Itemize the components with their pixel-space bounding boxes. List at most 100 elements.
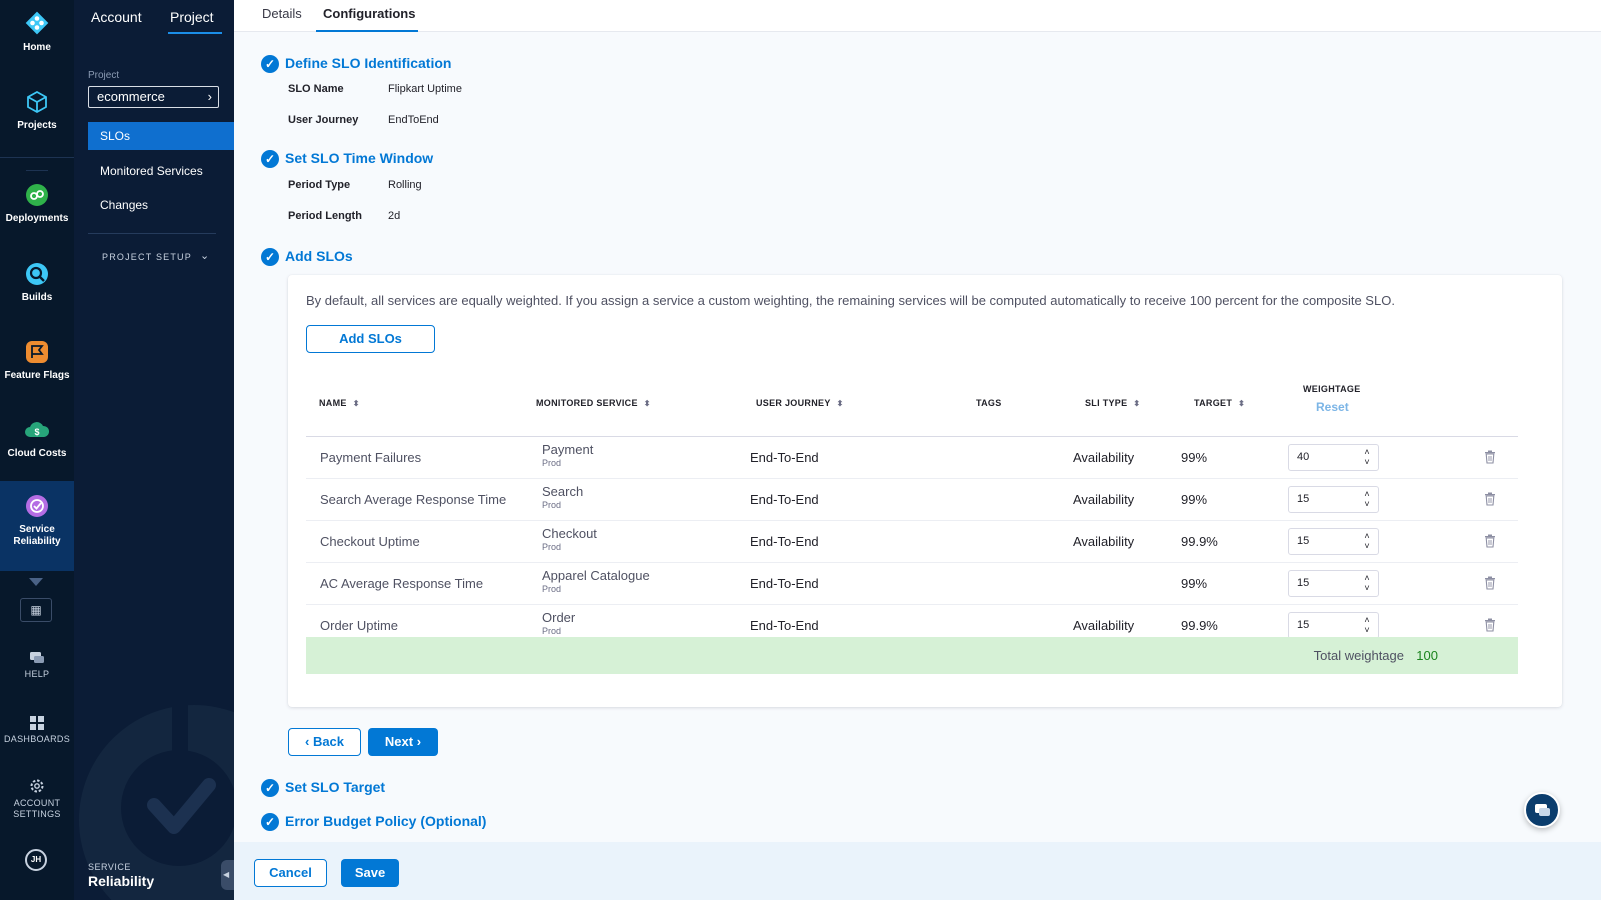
add-slos-button[interactable]: Add SLOs bbox=[306, 325, 435, 353]
environment-cell: Prod bbox=[542, 626, 562, 636]
next-button[interactable]: Next › bbox=[368, 728, 438, 756]
rail-help[interactable]: HELP bbox=[0, 651, 74, 680]
weightage-input[interactable]: 15 ˄ ˅ bbox=[1288, 612, 1379, 639]
weighting-info-text: By default, all services are equally wei… bbox=[306, 293, 1395, 308]
sli-type-cell: Availability bbox=[1073, 450, 1135, 465]
weightage-stepper[interactable]: ˄ ˅ bbox=[1360, 447, 1374, 467]
column-header-sli-type[interactable]: SLI TYPE ⬍ bbox=[1085, 398, 1140, 408]
tab-active-underline bbox=[316, 30, 418, 32]
rail-projects[interactable]: Projects bbox=[0, 90, 74, 131]
sort-icon: ⬍ bbox=[1133, 399, 1141, 408]
delete-trash-icon[interactable] bbox=[1484, 576, 1496, 590]
monitored-service-cell: Checkout bbox=[542, 526, 597, 541]
reset-weightage-link[interactable]: Reset bbox=[1316, 400, 1349, 414]
weightage-input[interactable]: 40 ˄ ˅ bbox=[1288, 444, 1379, 471]
nav-item-monitored-services[interactable]: Monitored Services bbox=[88, 157, 234, 185]
rail-expand-chevron-icon[interactable] bbox=[29, 578, 43, 586]
tab-configurations[interactable]: Configurations bbox=[323, 6, 415, 21]
weightage-input[interactable]: 15 ˄ ˅ bbox=[1288, 570, 1379, 597]
step-title-identification[interactable]: Define SLO Identification bbox=[285, 55, 451, 71]
nav-tab-underline bbox=[168, 32, 222, 34]
column-header-user-journey[interactable]: USER JOURNEY ⬍ bbox=[756, 398, 844, 408]
rail-feature-flags[interactable]: Feature Flags bbox=[0, 340, 74, 381]
slo-name-value: Flipkart Uptime bbox=[388, 83, 462, 95]
stepper-down-icon[interactable]: ˅ bbox=[1360, 625, 1374, 635]
rail-cloud-costs-label: Cloud Costs bbox=[7, 448, 67, 459]
project-setup-toggle[interactable]: PROJECT SETUP bbox=[102, 252, 192, 262]
nav-item-changes[interactable]: Changes bbox=[88, 191, 234, 219]
user-avatar[interactable]: JH bbox=[25, 849, 47, 871]
delete-trash-icon[interactable] bbox=[1484, 534, 1496, 548]
stepper-up-icon[interactable]: ˄ bbox=[1360, 615, 1374, 625]
stepper-up-icon[interactable]: ˄ bbox=[1360, 531, 1374, 541]
sli-type-cell: Availability bbox=[1073, 492, 1135, 507]
rail-service-reliability[interactable]: Service Reliability bbox=[0, 481, 74, 571]
gear-icon bbox=[30, 779, 44, 793]
page-tabs: Details Configurations bbox=[234, 0, 1601, 32]
delete-trash-icon[interactable] bbox=[1484, 492, 1496, 506]
rail-cloud-costs[interactable]: $ Cloud Costs bbox=[0, 418, 74, 459]
chevron-right-icon: › bbox=[413, 734, 422, 749]
stepper-down-icon[interactable]: ˅ bbox=[1360, 457, 1374, 467]
environment-cell: Prod bbox=[542, 584, 562, 594]
weightage-stepper[interactable]: ˄ ˅ bbox=[1360, 489, 1374, 509]
rail-builds[interactable]: Builds bbox=[0, 262, 74, 303]
rail-home[interactable]: Home bbox=[0, 10, 74, 53]
dashboards-icon bbox=[30, 716, 44, 730]
stepper-up-icon[interactable]: ˄ bbox=[1360, 447, 1374, 457]
rail-deployments[interactable]: Deployments bbox=[0, 183, 74, 224]
step-title-add-slos[interactable]: Add SLOs bbox=[285, 248, 353, 264]
nav-tab-project[interactable]: Project bbox=[170, 9, 214, 25]
all-modules-grid-icon[interactable]: ▦ bbox=[20, 598, 52, 622]
save-button[interactable]: Save bbox=[341, 859, 399, 887]
stepper-down-icon[interactable]: ˅ bbox=[1360, 583, 1374, 593]
slo-name-label: SLO Name bbox=[288, 83, 344, 95]
weightage-input[interactable]: 15 ˄ ˅ bbox=[1288, 486, 1379, 513]
column-header-weightage: WEIGHTAGE bbox=[1303, 384, 1361, 394]
column-header-monitored-service-label: MONITORED SERVICE bbox=[536, 398, 638, 408]
weightage-value: 40 bbox=[1297, 451, 1310, 463]
step-title-error-budget[interactable]: Error Budget Policy (Optional) bbox=[285, 813, 486, 829]
delete-trash-icon[interactable] bbox=[1484, 450, 1496, 464]
nav-tab-account[interactable]: Account bbox=[91, 9, 142, 25]
user-journey-cell: End-To-End bbox=[750, 492, 819, 507]
cancel-button[interactable]: Cancel bbox=[254, 859, 327, 887]
step-complete-check-icon: ✓ bbox=[261, 779, 279, 797]
nav-item-slos[interactable]: SLOs bbox=[88, 122, 234, 150]
tab-details[interactable]: Details bbox=[262, 6, 302, 21]
column-header-name[interactable]: NAME ⬍ bbox=[319, 398, 360, 408]
stepper-up-icon[interactable]: ˄ bbox=[1360, 573, 1374, 583]
chevron-down-icon[interactable]: ⌄ bbox=[200, 249, 209, 262]
rail-dashboards[interactable]: DASHBOARDS bbox=[0, 716, 74, 745]
weightage-stepper[interactable]: ˄ ˅ bbox=[1360, 615, 1374, 635]
total-weightage-bar: Total weightage 100 bbox=[306, 637, 1518, 674]
help-chat-icon bbox=[30, 652, 44, 663]
rail-home-label: Home bbox=[23, 42, 51, 53]
project-selector-value: ecommerce bbox=[97, 89, 165, 104]
stepper-down-icon[interactable]: ˅ bbox=[1360, 499, 1374, 509]
stepper-down-icon[interactable]: ˅ bbox=[1360, 541, 1374, 551]
rail-deployments-label: Deployments bbox=[5, 213, 69, 224]
weightage-input[interactable]: 15 ˄ ˅ bbox=[1288, 528, 1379, 555]
user-journey-cell: End-To-End bbox=[750, 576, 819, 591]
svg-text:$: $ bbox=[34, 427, 39, 437]
rail-account-settings[interactable]: ACCOUNT SETTINGS bbox=[0, 778, 74, 820]
delete-trash-icon[interactable] bbox=[1484, 618, 1496, 632]
step-title-target[interactable]: Set SLO Target bbox=[285, 779, 385, 795]
rail-feature-flags-label: Feature Flags bbox=[4, 370, 70, 381]
back-button[interactable]: ‹ Back bbox=[288, 728, 361, 756]
target-cell: 99% bbox=[1181, 576, 1208, 591]
stepper-up-icon[interactable]: ˄ bbox=[1360, 489, 1374, 499]
environment-cell: Prod bbox=[542, 542, 562, 552]
project-selector[interactable]: ecommerce › bbox=[88, 86, 219, 108]
weightage-stepper[interactable]: ˄ ˅ bbox=[1360, 573, 1374, 593]
step-title-time-window[interactable]: Set SLO Time Window bbox=[285, 150, 433, 166]
column-header-target[interactable]: TARGET ⬍ bbox=[1194, 398, 1245, 408]
weightage-stepper[interactable]: ˄ ˅ bbox=[1360, 531, 1374, 551]
module-nav-panel: Account Project Project ecommerce › SLOs… bbox=[74, 0, 234, 900]
period-length-label: Period Length bbox=[288, 210, 362, 222]
collapse-nav-chevron-icon[interactable]: ◀ bbox=[221, 860, 234, 890]
column-header-monitored-service[interactable]: MONITORED SERVICE ⬍ bbox=[536, 398, 651, 408]
column-header-user-journey-label: USER JOURNEY bbox=[756, 398, 831, 408]
support-chat-button[interactable] bbox=[1524, 792, 1560, 828]
